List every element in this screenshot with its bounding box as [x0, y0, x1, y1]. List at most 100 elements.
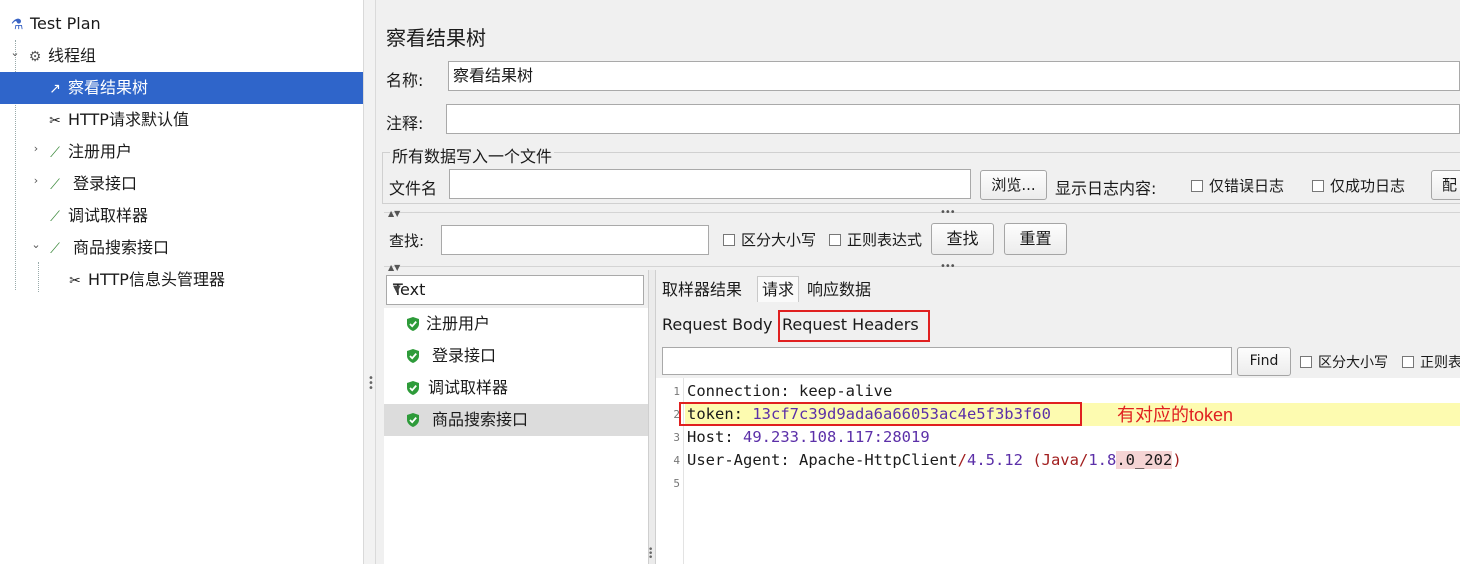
- search-label: 查找:: [389, 232, 425, 250]
- result-item[interactable]: 注册用户: [384, 308, 648, 340]
- tree-item-label: 注册用户: [68, 142, 133, 161]
- tab-sampler-result[interactable]: 取样器结果: [662, 277, 742, 303]
- configure-button[interactable]: 配: [1431, 170, 1460, 200]
- collapse-divider[interactable]: ▲▼ •••: [384, 207, 1460, 220]
- header-key: User-Agent:: [687, 451, 790, 469]
- file-section-title: 所有数据写入一个文件: [390, 143, 555, 167]
- regex-checkbox[interactable]: 正则表达式: [829, 229, 922, 250]
- checkbox-box[interactable]: [829, 234, 841, 246]
- panel-splitter[interactable]: • • •: [364, 0, 376, 564]
- tree-item-label: HTTP信息头管理器: [88, 270, 225, 289]
- checkbox-box[interactable]: [1300, 356, 1312, 368]
- checkbox-label: 区分大小写: [741, 231, 817, 249]
- checkbox-box[interactable]: [1191, 180, 1203, 192]
- code-line: Host: 49.233.108.117:28019: [687, 426, 930, 449]
- detail-find-button[interactable]: Find: [1237, 347, 1291, 376]
- code-line: User-Agent: Apache-HttpClient/4.5.12 (Ja…: [687, 449, 1182, 472]
- errors-only-checkbox[interactable]: 仅错误日志: [1191, 175, 1284, 196]
- drag-handle-icon[interactable]: • • •: [648, 546, 653, 563]
- log-display-label: 显示日志内容:: [1055, 179, 1157, 198]
- success-shield-icon: [406, 317, 420, 331]
- checkbox-label: 正则表达式: [847, 231, 923, 249]
- find-button[interactable]: 查找: [931, 223, 994, 255]
- tree-item-login[interactable]: ⟋ 登录接口: [46, 168, 137, 200]
- code-line: Connection: keep-alive: [687, 380, 892, 403]
- detail-regex-checkbox[interactable]: 正则表: [1402, 352, 1460, 372]
- line-number: 4: [673, 454, 680, 467]
- line-number: 1: [673, 385, 680, 398]
- chevron-down-icon[interactable]: ▼: [393, 276, 637, 304]
- collapse-arrows-icon[interactable]: ▲▼: [388, 209, 400, 218]
- tree-item-debug-sampler[interactable]: ⟋ 调试取样器: [46, 200, 148, 232]
- subtab-request-body[interactable]: Request Body: [662, 312, 772, 338]
- tree-item-header-manager[interactable]: ✂ HTTP信息头管理器: [66, 264, 225, 296]
- renderer-select[interactable]: Text ▼: [386, 275, 644, 305]
- wrench-icon: ✂: [69, 273, 81, 289]
- collapse-divider[interactable]: ▲▼ •••: [384, 261, 1460, 274]
- tree-item-view-results-tree[interactable]: ↗ 察看结果树: [0, 72, 363, 104]
- header-value-part: /: [957, 451, 967, 469]
- filename-label: 文件名: [389, 179, 438, 198]
- tree-item-label: 线程组: [48, 46, 97, 65]
- header-key: Host:: [687, 428, 734, 446]
- detail-case-sensitive-checkbox[interactable]: 区分大小写: [1300, 352, 1388, 372]
- line-number: 5: [673, 477, 680, 490]
- tree-item-label: 商品搜索接口: [73, 238, 170, 257]
- pipette-icon: ⟋: [50, 241, 60, 257]
- tree-item-label: HTTP请求默认值: [68, 110, 189, 129]
- checkbox-label: 区分大小写: [1318, 355, 1388, 371]
- filename-input[interactable]: [449, 169, 971, 199]
- success-only-checkbox[interactable]: 仅成功日志: [1312, 175, 1405, 196]
- checkbox-label: 仅成功日志: [1330, 177, 1406, 195]
- expand-arrow-icon[interactable]: ›: [30, 174, 42, 187]
- tree-item-register[interactable]: ⟋ 注册用户: [46, 136, 132, 168]
- detail-search-input[interactable]: [662, 347, 1232, 375]
- tab-request[interactable]: 请求: [757, 276, 800, 302]
- collapse-arrows-icon[interactable]: ▲▼: [388, 263, 400, 272]
- header-value: 49.233.108.117:28019: [743, 428, 930, 446]
- search-input[interactable]: [441, 225, 709, 255]
- checkbox-box[interactable]: [1402, 356, 1414, 368]
- success-shield-icon: [406, 413, 420, 427]
- tree-guide-line: [38, 262, 39, 292]
- header-value: keep-alive: [799, 382, 893, 400]
- name-field[interactable]: 察看结果树: [448, 61, 1460, 91]
- pipette-icon: ⟋: [50, 145, 60, 161]
- annotation-text: 有对应的token: [1117, 405, 1234, 425]
- reset-button[interactable]: 重置: [1004, 223, 1067, 255]
- chart-icon: ↗: [49, 81, 61, 97]
- collapse-arrow-icon[interactable]: ⌄: [9, 46, 21, 59]
- divider-grip-icon[interactable]: •••: [940, 207, 956, 218]
- tree-item-product-search[interactable]: ⟋ 商品搜索接口: [46, 232, 169, 264]
- header-value-part: 4.5.12: [966, 451, 1023, 469]
- pipette-icon: ⟋: [50, 177, 60, 193]
- results-splitter[interactable]: [648, 270, 656, 564]
- browse-button[interactable]: 浏览...: [980, 170, 1047, 200]
- result-item[interactable]: 调试取样器: [384, 372, 648, 404]
- result-item-label: 商品搜索接口: [432, 410, 529, 429]
- wrench-icon: ✂: [49, 113, 61, 129]
- collapse-arrow-icon[interactable]: ⌄: [30, 238, 42, 251]
- result-item-selected[interactable]: 商品搜索接口: [384, 404, 648, 436]
- result-item[interactable]: 登录接口: [384, 340, 648, 372]
- checkbox-box[interactable]: [1312, 180, 1324, 192]
- header-value-part: (Java/: [1022, 451, 1089, 469]
- divider-grip-icon[interactable]: •••: [940, 261, 956, 272]
- header-value-part: Apache-HttpClient: [799, 451, 958, 469]
- tab-response-data[interactable]: 响应数据: [807, 277, 871, 303]
- line-number: 2: [673, 408, 680, 421]
- header-key: Connection:: [687, 382, 790, 400]
- tree-item-http-defaults[interactable]: ✂ HTTP请求默认值: [46, 104, 189, 136]
- tree-item-thread-group[interactable]: ⚙ 线程组: [26, 40, 96, 72]
- result-item-label: 注册用户: [426, 314, 491, 333]
- checkbox-label: 仅错误日志: [1209, 177, 1285, 195]
- comment-field[interactable]: [446, 104, 1460, 134]
- drag-handle-icon[interactable]: • • •: [368, 374, 374, 394]
- expand-arrow-icon[interactable]: ›: [30, 142, 42, 155]
- tree-item-label: Test Plan: [30, 14, 101, 33]
- gear-icon: ⚙: [28, 49, 42, 65]
- checkbox-box[interactable]: [723, 234, 735, 246]
- tree-item-test-plan[interactable]: ⚗ Test Plan: [8, 8, 101, 40]
- success-shield-icon: [406, 381, 420, 395]
- case-sensitive-checkbox[interactable]: 区分大小写: [723, 229, 816, 250]
